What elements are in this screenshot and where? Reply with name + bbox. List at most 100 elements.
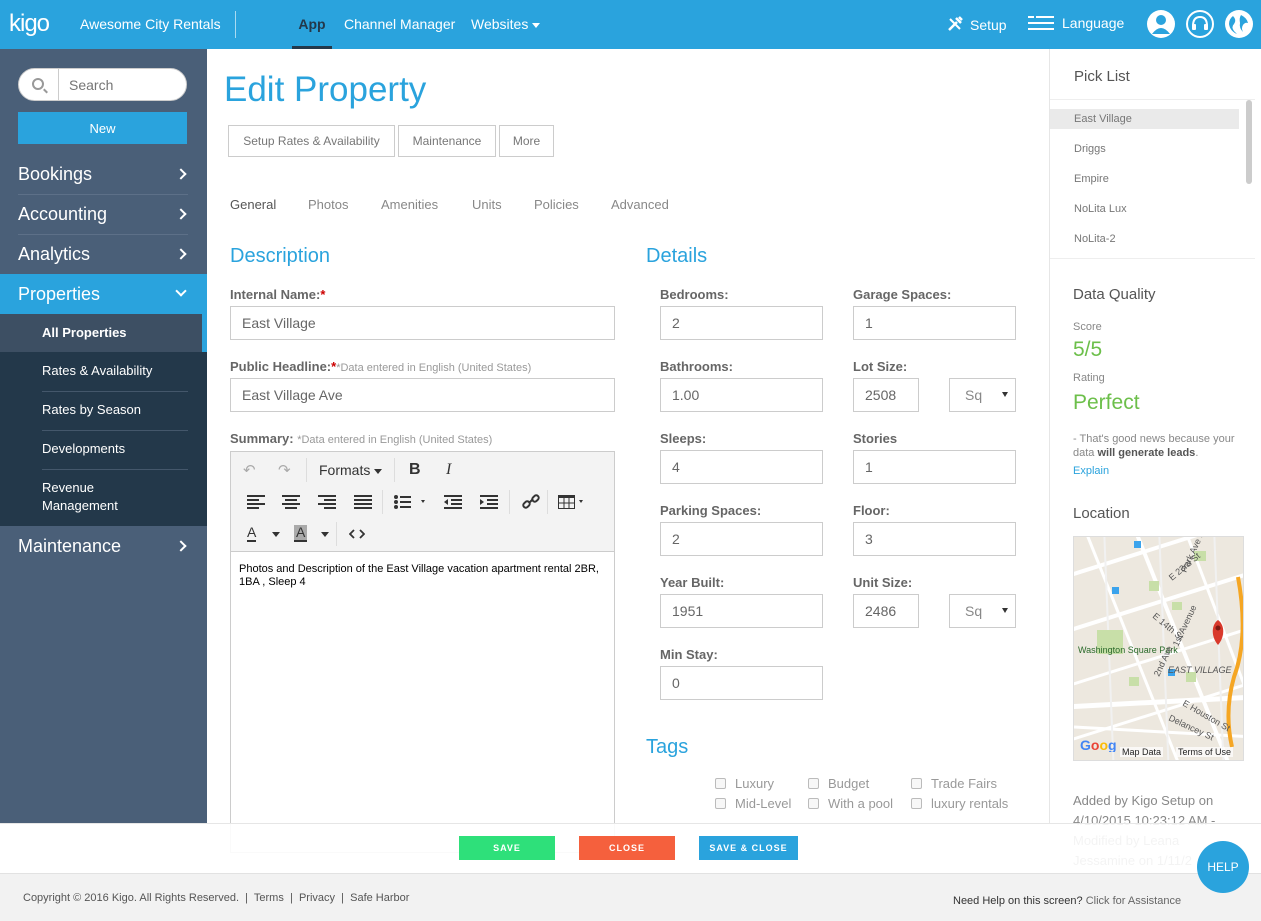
tag-mid-level[interactable]: Mid-Level bbox=[715, 796, 791, 811]
lot-size-input[interactable]: 2508 bbox=[853, 378, 919, 412]
checkbox[interactable] bbox=[911, 798, 922, 809]
garage-spaces-input[interactable]: 1 bbox=[853, 306, 1016, 340]
subnav-item-rates-by-season[interactable]: Rates by Season bbox=[0, 401, 207, 419]
map-data-link[interactable]: Map Data bbox=[1120, 747, 1164, 757]
floor-input[interactable]: 3 bbox=[853, 522, 1016, 556]
bullet-list-icon[interactable] bbox=[394, 495, 426, 509]
setup-rates-button[interactable]: Setup Rates & Availability bbox=[228, 125, 395, 157]
pick-item-nolita-2[interactable]: NoLita-2 bbox=[1050, 229, 1239, 249]
subnav-item-revenue-management[interactable]: Revenue Management bbox=[0, 479, 150, 515]
italic-icon[interactable]: I bbox=[446, 461, 451, 479]
align-left-icon[interactable] bbox=[247, 495, 265, 509]
unit-size-input[interactable]: 2486 bbox=[853, 594, 919, 628]
checkbox[interactable] bbox=[715, 798, 726, 809]
public-headline-input[interactable]: East Village Ave bbox=[230, 378, 615, 412]
tag-luxury[interactable]: Luxury bbox=[715, 776, 774, 791]
lot-size-unit-select[interactable]: Sq bbox=[949, 378, 1016, 412]
terms-link[interactable]: Terms bbox=[254, 892, 284, 904]
background-color-icon[interactable]: A bbox=[294, 525, 308, 542]
sleeps-label: Sleeps: bbox=[660, 431, 707, 446]
setup-link[interactable]: Setup bbox=[946, 15, 1007, 33]
click-for-assistance-link[interactable]: Click for Assistance bbox=[1086, 895, 1181, 907]
search-input[interactable] bbox=[69, 75, 179, 95]
parking-spaces-input[interactable]: 2 bbox=[660, 522, 823, 556]
link-icon[interactable] bbox=[522, 494, 540, 510]
pick-item-empire[interactable]: Empire bbox=[1050, 169, 1239, 189]
indent-icon[interactable] bbox=[480, 495, 498, 509]
internal-name-input[interactable]: East Village bbox=[230, 306, 615, 340]
tab-advanced[interactable]: Advanced bbox=[611, 197, 669, 212]
explain-link[interactable]: Explain bbox=[1073, 465, 1109, 477]
terms-of-use-link[interactable]: Terms of Use bbox=[1176, 747, 1234, 757]
checkbox[interactable] bbox=[808, 778, 819, 789]
privacy-link[interactable]: Privacy bbox=[299, 892, 335, 904]
year-built-input[interactable]: 1951 bbox=[660, 594, 823, 628]
formats-dropdown[interactable]: Formats bbox=[319, 462, 383, 478]
unit-size-unit-select[interactable]: Sq bbox=[949, 594, 1016, 628]
table-icon[interactable] bbox=[558, 495, 588, 509]
pick-list-scrollbar[interactable] bbox=[1246, 100, 1252, 184]
stories-input[interactable]: 1 bbox=[853, 450, 1016, 484]
close-button[interactable]: CLOSE bbox=[579, 836, 675, 860]
source-code-icon[interactable] bbox=[349, 529, 365, 539]
kigo-link[interactable]: Kigo. bbox=[112, 892, 137, 904]
min-stay-input[interactable]: 0 bbox=[660, 666, 823, 700]
align-center-icon[interactable] bbox=[282, 495, 300, 509]
kigo-logo[interactable]: kigo bbox=[9, 10, 50, 38]
pick-item-east-village[interactable]: East Village bbox=[1050, 109, 1239, 129]
search-box[interactable] bbox=[18, 68, 187, 101]
tag-budget[interactable]: Budget bbox=[808, 776, 869, 791]
redo-icon[interactable]: ↷ bbox=[278, 461, 291, 479]
caret-down-icon[interactable] bbox=[321, 532, 329, 537]
save-button[interactable]: SAVE bbox=[459, 836, 555, 860]
nav-channel-manager[interactable]: Channel Manager bbox=[344, 16, 455, 32]
sidebar-item-properties[interactable]: Properties bbox=[0, 274, 207, 314]
tag-trade-fairs[interactable]: Trade Fairs bbox=[911, 776, 997, 791]
maintenance-button[interactable]: Maintenance bbox=[398, 125, 496, 157]
text-color-icon[interactable]: A bbox=[247, 525, 257, 542]
sleeps-input[interactable]: 4 bbox=[660, 450, 823, 484]
subnav-item-all-properties[interactable]: All Properties bbox=[0, 314, 207, 352]
safe-harbor-link[interactable]: Safe Harbor bbox=[350, 892, 409, 904]
tag-luxury-rentals[interactable]: luxury rentals bbox=[911, 796, 1008, 811]
globe-icon[interactable] bbox=[1225, 10, 1253, 38]
subnav-item-developments[interactable]: Developments bbox=[0, 440, 207, 458]
align-right-icon[interactable] bbox=[318, 495, 336, 509]
checkbox[interactable] bbox=[911, 778, 922, 789]
tab-policies[interactable]: Policies bbox=[534, 197, 579, 212]
tags-heading: Tags bbox=[646, 736, 689, 758]
headset-support-icon[interactable] bbox=[1186, 10, 1214, 38]
location-map[interactable]: E 23rd St Park Ave S E 14th St 1st Avenu… bbox=[1073, 536, 1244, 761]
sidebar-item-accounting[interactable]: Accounting bbox=[0, 194, 207, 234]
pick-item-driggs[interactable]: Driggs bbox=[1050, 139, 1239, 159]
sidebar-item-bookings[interactable]: Bookings bbox=[0, 154, 207, 194]
tag-with-a-pool[interactable]: With a pool bbox=[808, 796, 893, 811]
bathrooms-input[interactable]: 1.00 bbox=[660, 378, 823, 412]
sidebar-item-analytics[interactable]: Analytics bbox=[0, 234, 207, 274]
tab-amenities[interactable]: Amenities bbox=[381, 197, 438, 212]
bedrooms-input[interactable]: 2 bbox=[660, 306, 823, 340]
bold-icon[interactable]: B bbox=[409, 461, 421, 479]
help-bubble-button[interactable]: HELP bbox=[1197, 841, 1249, 893]
pick-item-nolita-lux[interactable]: NoLita Lux bbox=[1050, 199, 1239, 219]
company-name[interactable]: Awesome City Rentals bbox=[80, 16, 221, 32]
tab-units[interactable]: Units bbox=[472, 197, 502, 212]
align-justify-icon[interactable] bbox=[354, 495, 372, 509]
sidebar-item-maintenance[interactable]: Maintenance bbox=[0, 526, 207, 566]
undo-icon[interactable]: ↶ bbox=[243, 461, 256, 479]
checkbox[interactable] bbox=[715, 778, 726, 789]
summary-text[interactable]: Photos and Description of the East Villa… bbox=[239, 563, 607, 589]
tab-photos[interactable]: Photos bbox=[308, 197, 348, 212]
nav-websites[interactable]: Websites bbox=[471, 16, 541, 32]
more-button[interactable]: More bbox=[499, 125, 554, 157]
user-icon[interactable] bbox=[1147, 10, 1175, 38]
language-link[interactable]: Language bbox=[1028, 15, 1124, 31]
subnav-item-rates-availability[interactable]: Rates & Availability bbox=[0, 362, 207, 380]
nav-app[interactable]: App bbox=[292, 0, 332, 49]
checkbox[interactable] bbox=[808, 798, 819, 809]
tab-general[interactable]: General bbox=[230, 197, 276, 212]
new-button[interactable]: New bbox=[18, 112, 187, 144]
outdent-icon[interactable] bbox=[444, 495, 462, 509]
caret-down-icon[interactable] bbox=[272, 532, 280, 537]
save-and-close-button[interactable]: SAVE & CLOSE bbox=[699, 836, 798, 860]
